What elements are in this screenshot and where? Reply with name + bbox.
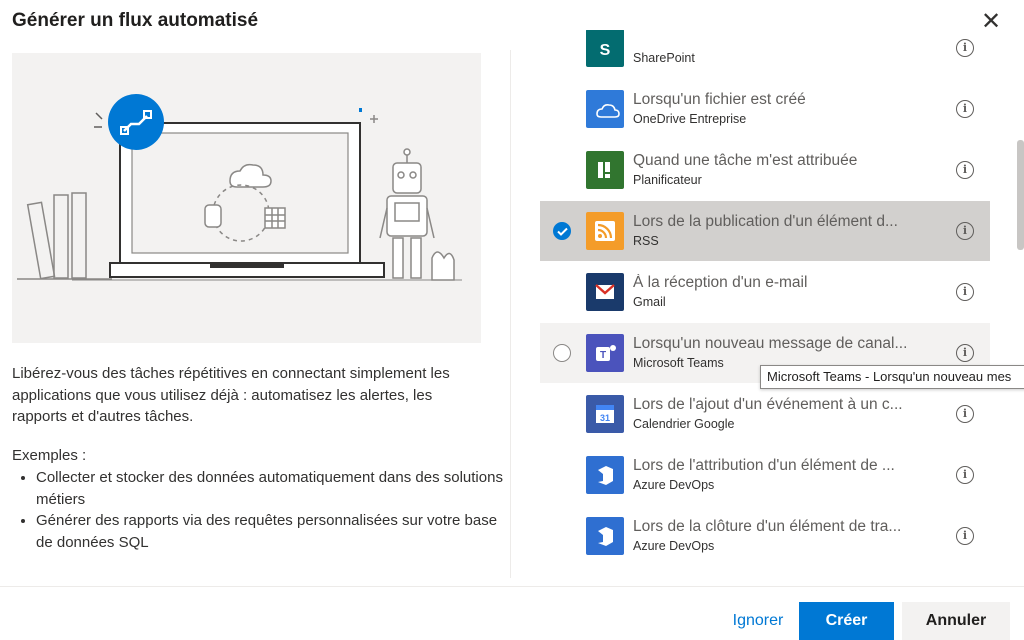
svg-text:31: 31: [600, 413, 610, 423]
examples-list: Collecter et stocker des données automat…: [12, 467, 511, 553]
trigger-row[interactable]: Quand une tâche m'est attribuée Planifica…: [540, 140, 990, 200]
books-illustration: [17, 192, 112, 280]
info-icon[interactable]: i: [956, 100, 974, 118]
info-icon[interactable]: i: [956, 283, 974, 301]
trigger-row[interactable]: Lors de la publication d'un élément d...…: [540, 201, 990, 261]
trigger-title: À la réception d'un e-mail: [633, 274, 808, 291]
checkmark-icon: [557, 227, 568, 236]
info-icon[interactable]: i: [956, 344, 974, 362]
svg-text:T: T: [600, 350, 606, 361]
onedrive-icon: [586, 90, 624, 128]
trigger-connector: Azure DevOps: [633, 478, 715, 492]
trigger-connector: Planificateur: [633, 173, 702, 187]
rss-icon: [586, 212, 624, 250]
gmail-icon: [586, 273, 624, 311]
info-icon[interactable]: i: [956, 527, 974, 545]
example-item: Générer des rapports via des requêtes pe…: [36, 510, 511, 553]
trigger-title: Lors de l'attribution d'un élément de ..…: [633, 457, 895, 474]
trigger-connector: Gmail: [633, 295, 666, 309]
trigger-row[interactable]: S SharePoint i: [540, 30, 990, 78]
azure-devops-icon: [586, 456, 624, 494]
trigger-row[interactable]: Lors de la clôture d'un élément de tra..…: [540, 506, 990, 566]
trigger-connector: OneDrive Entreprise: [633, 112, 747, 126]
trigger-row[interactable]: 31 Lors de l'ajout d'un événement à un c.…: [540, 384, 990, 444]
planner-icon: [586, 151, 624, 189]
trigger-connector: Azure DevOps: [633, 539, 715, 553]
trigger-title: Lors de la clôture d'un élément de tra..…: [633, 518, 902, 535]
svg-text:S: S: [600, 42, 611, 59]
trigger-title: Lors de la publication d'un élément d...: [633, 213, 898, 230]
cancel-button[interactable]: Annuler: [902, 602, 1010, 640]
trigger-connector: Calendrier Google: [633, 417, 735, 431]
info-icon[interactable]: i: [956, 405, 974, 423]
trigger-title: Lorsqu'un nouveau message de canal...: [633, 335, 908, 352]
google-calendar-icon: 31: [586, 395, 624, 433]
description-text: Libérez-vous des tâches répétitives en c…: [12, 365, 450, 425]
trigger-connector: Microsoft Teams: [633, 356, 724, 370]
radio-checked[interactable]: [553, 222, 571, 240]
info-icon[interactable]: i: [956, 161, 974, 179]
ignore-button[interactable]: Ignorer: [720, 603, 796, 639]
scrollbar[interactable]: [1017, 140, 1024, 250]
example-item: Collecter et stocker des données automat…: [36, 467, 511, 510]
robot-illustration: [379, 148, 455, 281]
trigger-tooltip: Microsoft Teams - Lorsqu'un nouveau mes: [760, 365, 1024, 389]
azure-devops-icon: [586, 517, 624, 555]
info-icon[interactable]: i: [956, 466, 974, 484]
dialog-title: Générer un flux automatisé: [12, 10, 259, 31]
hero-illustration: [12, 53, 481, 343]
teams-icon: T: [586, 334, 624, 372]
trigger-connector: SharePoint: [633, 51, 695, 65]
create-button[interactable]: Créer: [799, 602, 894, 640]
sparkle-icon: [359, 108, 378, 123]
sharepoint-icon: S: [586, 30, 624, 67]
trigger-row[interactable]: À la réception d'un e-mail Gmail i: [540, 262, 990, 322]
trigger-title: Lors de l'ajout d'un événement à un c...: [633, 396, 903, 413]
trigger-title: Lorsqu'un fichier est créé: [633, 91, 806, 108]
trigger-list: S SharePoint i Lorsqu'un fichier est créé On…: [540, 30, 990, 578]
trigger-connector: RSS: [633, 234, 659, 248]
flow-icon: [94, 94, 164, 150]
info-icon[interactable]: i: [956, 222, 974, 240]
trigger-row[interactable]: Lorsqu'un fichier est créé OneDrive Entre…: [540, 79, 990, 139]
panel-divider: [510, 50, 511, 578]
trigger-row[interactable]: Lors de l'attribution d'un élément de ..…: [540, 445, 990, 505]
trigger-title: Quand une tâche m'est attribuée: [633, 152, 858, 169]
footer-divider: [0, 586, 1024, 587]
examples-title: Exemples :: [12, 447, 87, 464]
info-icon[interactable]: i: [956, 39, 974, 57]
radio-unchecked[interactable]: [553, 344, 571, 362]
